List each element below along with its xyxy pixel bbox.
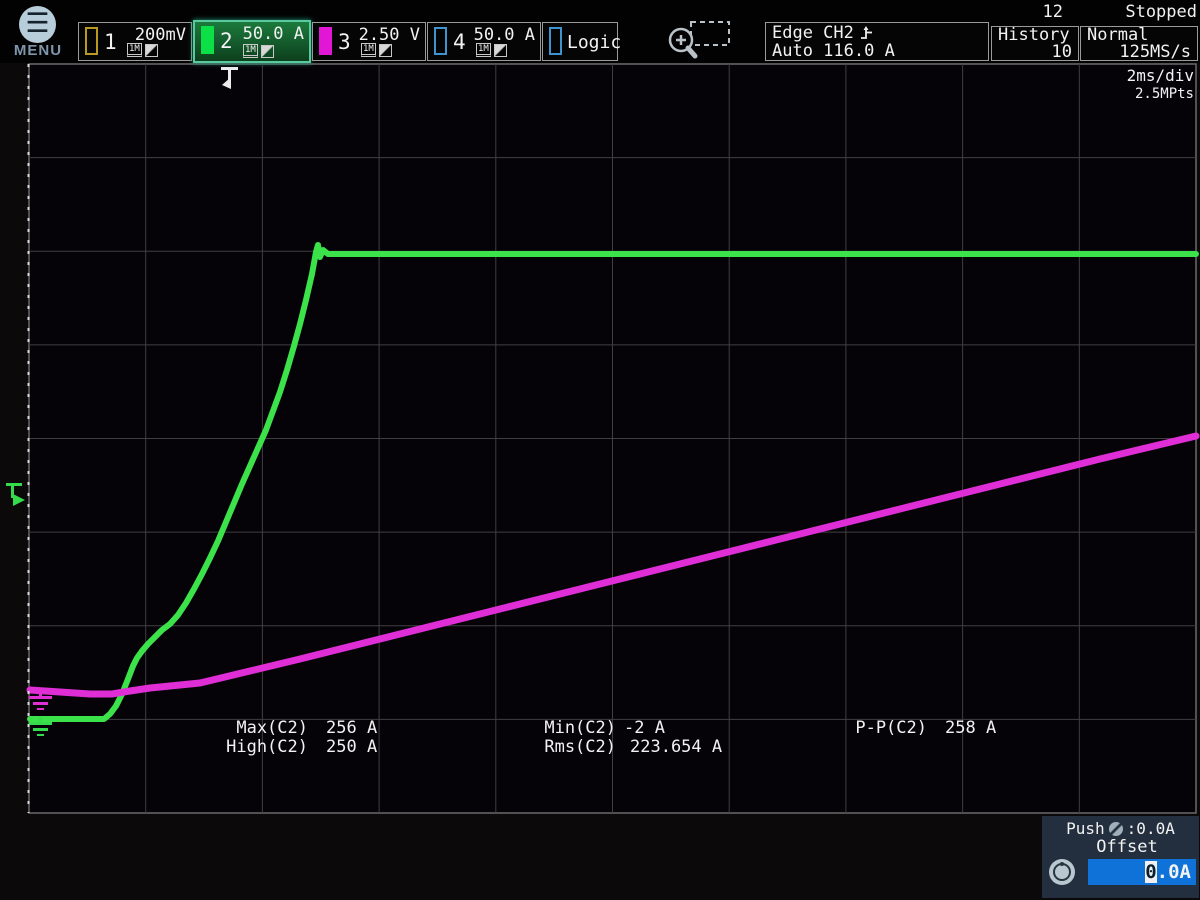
measurement-row: P-P(C2) 258 A xyxy=(845,719,996,738)
measurement-value: 258 A xyxy=(945,719,996,738)
channel-4-color-indicator xyxy=(434,27,447,55)
coupling-icon xyxy=(494,44,507,57)
measurement-column-1: Max(C2) 256 A High(C2) 250 A xyxy=(212,719,377,757)
channel-3-box[interactable]: 3 2.50 V 1M xyxy=(312,22,426,61)
measurement-value: 250 A xyxy=(326,738,377,757)
measurement-row: High(C2) 250 A xyxy=(212,738,377,757)
channel-1-box[interactable]: 1 200mV 1M xyxy=(78,22,192,61)
channel-2-color-indicator xyxy=(201,26,214,54)
offset-control-panel: Push :0.0A Offset 0.0A xyxy=(1042,816,1199,898)
measurement-label: High(C2) xyxy=(212,738,308,757)
coupling-icon xyxy=(261,45,274,58)
channel-4-number: 4 xyxy=(453,30,466,54)
time-per-div: 2ms/div xyxy=(1127,66,1194,85)
offset-title: Offset xyxy=(1072,837,1182,857)
offset-cursor-digit: 0 xyxy=(1145,861,1156,883)
history-count: 10 xyxy=(998,44,1072,60)
impedance-icon: 1M xyxy=(476,43,491,57)
history-box[interactable]: History 10 xyxy=(991,26,1079,61)
knob-push-icon xyxy=(1109,822,1123,836)
coupling-icon xyxy=(379,44,392,57)
channel-1-color-indicator xyxy=(85,27,98,55)
rising-edge-icon xyxy=(860,25,875,41)
measurement-column-2: Min(C2) -2 A Rms(C2) 223.654 A xyxy=(528,719,722,757)
waveform-display xyxy=(0,0,1200,900)
impedance-icon: 1M xyxy=(243,44,258,58)
channel-1-number: 1 xyxy=(104,30,117,54)
push-value: :0.0A xyxy=(1127,819,1175,838)
menu-label: MENU xyxy=(6,42,70,59)
measurement-label: Max(C2) xyxy=(212,719,308,738)
push-label: Push xyxy=(1066,819,1105,838)
menu-button[interactable]: ☰ xyxy=(19,6,56,43)
push-knob-hint: Push :0.0A xyxy=(1042,819,1199,838)
sample-rate: 125MS/s xyxy=(1087,44,1191,60)
channel-1-scale: 200mV xyxy=(135,25,186,45)
measurement-label: Rms(C2) xyxy=(528,738,616,757)
history-record-number: 12 xyxy=(1000,2,1063,22)
logic-color-indicator xyxy=(549,27,562,55)
measurement-label: Min(C2) xyxy=(528,719,616,738)
measurement-value: 256 A xyxy=(326,719,377,738)
trigger-settings-box[interactable]: Edge CH2 Auto 116.0 A xyxy=(765,22,989,61)
measurement-value: 223.654 A xyxy=(630,738,722,757)
trigger-type-source: Edge CH2 xyxy=(772,24,854,42)
record-length: 2.5MPts xyxy=(1127,85,1194,104)
hamburger-icon: ☰ xyxy=(25,8,49,39)
zoom-search-icon[interactable] xyxy=(655,15,735,61)
impedance-icon: 1M xyxy=(361,43,376,57)
measurement-row: Min(C2) -2 A xyxy=(528,719,722,738)
impedance-icon: 1M xyxy=(127,43,142,57)
logic-label: Logic xyxy=(567,32,621,53)
offset-value-rest: .0A xyxy=(1157,861,1191,883)
logic-channel-box[interactable]: Logic xyxy=(542,22,618,61)
channel-3-color-indicator xyxy=(319,27,332,55)
channel-2-scale: 50.0 A xyxy=(243,24,304,44)
measurement-label: P-P(C2) xyxy=(845,719,927,738)
coupling-icon xyxy=(145,44,158,57)
channel-3-number: 3 xyxy=(338,30,351,54)
trigger-mode-level: Auto 116.0 A xyxy=(772,42,982,60)
timebase-info: 2ms/div 2.5MPts xyxy=(1127,66,1194,104)
offset-knob-icon[interactable] xyxy=(1049,859,1075,885)
trigger-level-marker[interactable] xyxy=(6,483,25,506)
measurement-value: -2 A xyxy=(624,719,665,738)
acquisition-box[interactable]: Normal 125MS/s xyxy=(1080,26,1198,61)
channel-4-scale: 50.0 A xyxy=(474,25,535,45)
channel-2-number: 2 xyxy=(220,29,233,53)
channel-4-box[interactable]: 4 50.0 A 1M xyxy=(427,22,541,61)
measurement-row: Rms(C2) 223.654 A xyxy=(528,738,722,757)
channel-2-box[interactable]: 2 50.0 A 1M xyxy=(193,20,311,63)
channel-3-scale: 2.50 V xyxy=(359,25,420,45)
measurement-row: Max(C2) 256 A xyxy=(212,719,377,738)
measurement-column-3: P-P(C2) 258 A xyxy=(845,719,996,738)
run-state: Stopped xyxy=(1110,2,1197,22)
offset-value-field[interactable]: 0.0A xyxy=(1088,859,1196,885)
